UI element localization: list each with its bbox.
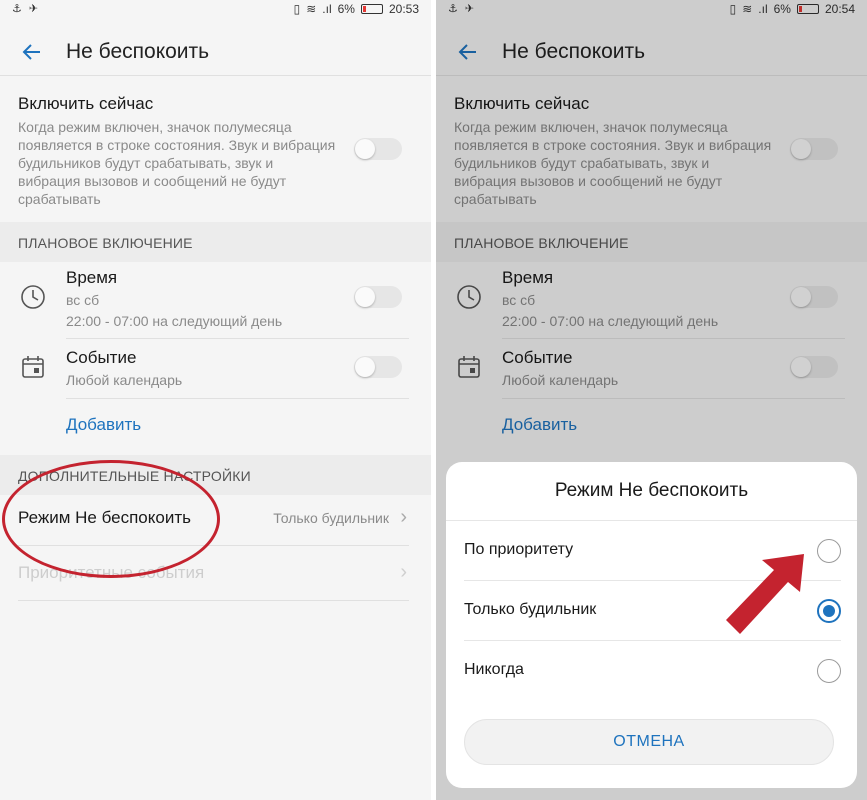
dnd-mode-row[interactable]: Режим Не беспокоить Только будильник › xyxy=(0,492,431,546)
section-scheduled: ПЛАНОВОЕ ВКЛЮЧЕНИЕ xyxy=(0,222,431,262)
arrow-left-icon[interactable] xyxy=(20,40,44,64)
battery-percent: 6% xyxy=(337,2,355,16)
section-additional-label: ДОПОЛНИТЕЛЬНЫЕ НАСТРОЙКИ xyxy=(18,468,251,484)
app-bar: Не беспокоить xyxy=(0,28,431,76)
signal-icon: .ıl xyxy=(322,2,332,16)
notification-icons: ⚓ ✈ xyxy=(12,3,41,15)
battery-icon xyxy=(360,4,383,14)
event-rule-toggle[interactable] xyxy=(354,356,402,378)
cancel-button[interactable]: ОТМЕНА xyxy=(464,719,834,765)
dnd-mode-value: Только будильник xyxy=(273,510,389,526)
priority-events-title: Приоритетные события xyxy=(18,563,205,582)
add-rule-link[interactable]: Добавить xyxy=(66,415,141,435)
option-alarms-only-label: Только будильник xyxy=(464,601,597,618)
event-rule-row[interactable]: Событие Любой календарь xyxy=(0,340,431,398)
option-alarms-only[interactable]: Только будильник xyxy=(446,581,857,641)
chevron-right-icon: › xyxy=(400,506,407,528)
page-title: Не беспокоить xyxy=(66,40,210,63)
radio-unselected-icon[interactable] xyxy=(817,539,841,563)
radio-selected-icon[interactable] xyxy=(817,599,841,623)
event-rule-title: Событие xyxy=(66,348,137,367)
status-bar: ⚓ ✈ ▯ ≋ .ıl 6% 20:53 xyxy=(0,0,431,18)
option-priority-label: По приоритету xyxy=(464,541,574,558)
status-right: ▯ ≋ .ıl 6% 20:53 xyxy=(294,2,419,16)
dnd-mode-dialog: Режим Не беспокоить По приоритету Только… xyxy=(446,462,857,788)
dialog-title: Режим Не беспокоить xyxy=(554,480,749,501)
clock: 20:53 xyxy=(388,2,419,16)
option-never[interactable]: Никогда xyxy=(446,641,857,701)
divider xyxy=(66,398,409,399)
time-rule-row[interactable]: Время вс сб 22:00 - 07:00 на следующий д… xyxy=(0,262,431,338)
wifi-icon: ≋ xyxy=(306,2,317,16)
chevron-right-icon: › xyxy=(400,561,407,583)
time-rule-title: Время xyxy=(66,268,118,287)
enable-now-description: Когда режим включен, значок полумесяца п… xyxy=(18,119,336,207)
event-rule-calendar: Любой календарь xyxy=(66,372,183,388)
clock-icon xyxy=(20,284,46,310)
settings-screen-left: ⚓ ✈ ▯ ≋ .ıl 6% 20:53 Не беспокоить Включ… xyxy=(0,0,431,800)
time-rule-range: 22:00 - 07:00 на следующий день xyxy=(66,313,283,329)
enable-now-toggle[interactable] xyxy=(354,138,402,160)
settings-screen-right: ⚓ ✈ ▯ ≋ .ıl 6% 20:54 Не беспокоить Включ… xyxy=(436,0,867,800)
enable-now-row[interactable]: Включить сейчас Когда режим включен, зна… xyxy=(0,86,431,216)
divider xyxy=(66,338,409,339)
section-scheduled-label: ПЛАНОВОЕ ВКЛЮЧЕНИЕ xyxy=(18,235,193,251)
option-never-label: Никогда xyxy=(464,661,524,678)
enable-now-title: Включить сейчас xyxy=(18,94,154,113)
section-additional: ДОПОЛНИТЕЛЬНЫЕ НАСТРОЙКИ xyxy=(0,455,431,495)
radio-unselected-icon[interactable] xyxy=(817,659,841,683)
calendar-icon xyxy=(20,354,46,380)
option-priority[interactable]: По приоритету xyxy=(446,521,857,581)
dnd-mode-title: Режим Не беспокоить xyxy=(18,508,191,527)
time-rule-days: вс сб xyxy=(66,292,100,308)
vibrate-icon: ▯ xyxy=(293,2,301,16)
priority-events-row: Приоритетные события › xyxy=(0,547,431,601)
time-rule-toggle[interactable] xyxy=(354,286,402,308)
